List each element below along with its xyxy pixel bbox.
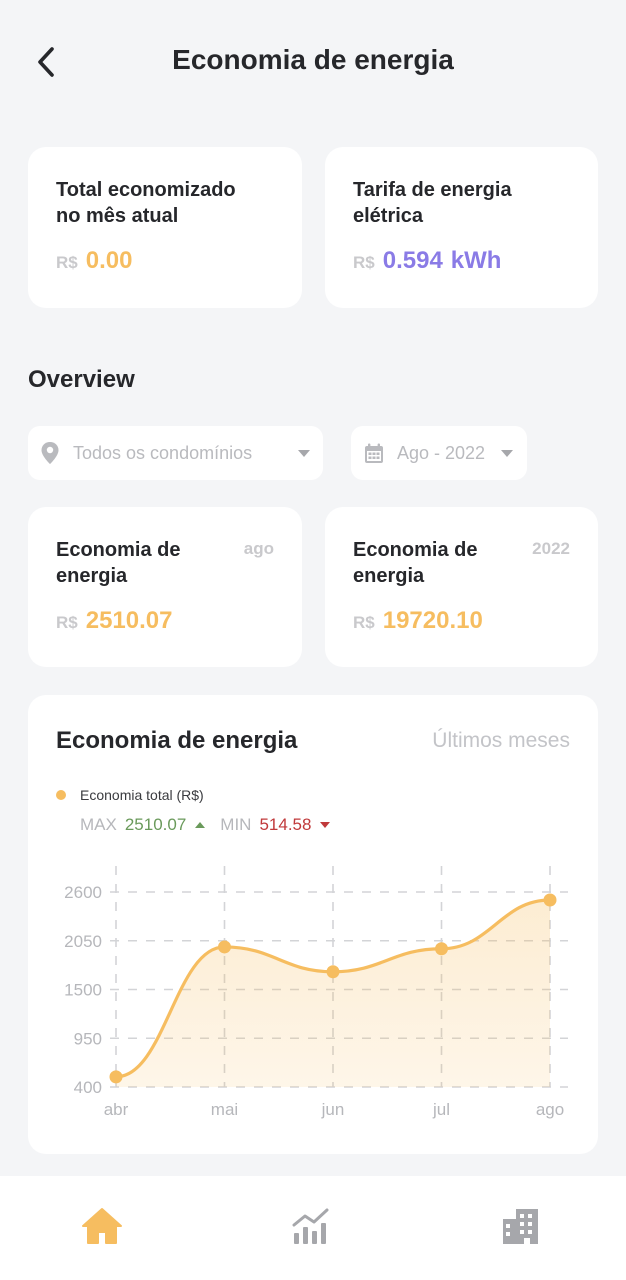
x-tick-label: mai: [211, 1100, 238, 1119]
chart-legend: Economia total (R$): [56, 787, 204, 803]
currency-label: R$: [353, 613, 375, 632]
app-header: Economia de energia: [0, 0, 626, 124]
page-title: Economia de energia: [172, 44, 454, 75]
bottom-nav: [0, 1176, 626, 1280]
legend-label: Economia total (R$): [80, 787, 204, 803]
overview-title: Overview: [28, 366, 135, 393]
condo-select[interactable]: Todos os condomínios: [28, 426, 323, 480]
savings-chart-card: 400 950 1500 2050 2600 abr mai jun jul ago Econom…: [28, 695, 598, 1154]
card-title: Economia de energia: [353, 539, 478, 587]
y-tick-label: 950: [74, 1029, 102, 1048]
y-tick-label: 2050: [64, 932, 102, 951]
chart-period-filter[interactable]: Últimos meses: [432, 729, 570, 753]
arrow-up-icon: [195, 822, 206, 828]
x-tick-label: jun: [321, 1100, 345, 1119]
legend-dot: [56, 790, 66, 800]
card-title: Economia de energia: [56, 539, 181, 587]
condo-select-value: Todos os condomínios: [73, 442, 253, 463]
chevron-down-icon: [298, 450, 310, 457]
data-point: [435, 942, 448, 956]
yearly-savings-card: Economia de energia 2022 R$ 19720.10: [325, 507, 598, 667]
max-label: MAX: [80, 815, 117, 834]
chevron-down-icon: [501, 450, 513, 457]
y-tick-label: 2600: [64, 883, 102, 902]
amount: 0.00: [85, 247, 133, 274]
total-saved-card: Total economizado no mês atual R$ 0.00: [28, 147, 302, 308]
tariff-value: R$ 0.594 kWh: [353, 247, 501, 275]
currency-label: R$: [56, 253, 78, 272]
total-saved-value: R$ 0.00: [56, 247, 132, 275]
location-pin-icon: [41, 442, 59, 464]
min-label: MIN: [220, 815, 252, 834]
y-tick-label: 1500: [64, 981, 102, 1000]
data-point: [543, 893, 557, 907]
date-select[interactable]: Ago - 2022: [351, 426, 527, 480]
chart-icon: [292, 1208, 329, 1244]
monthly-savings-value: R$ 2510.07: [56, 607, 173, 635]
home-icon: [82, 1208, 122, 1244]
calendar-icon: [365, 443, 383, 463]
amount: 2510.07: [85, 607, 173, 634]
month-tag: ago: [243, 539, 274, 558]
unit-label: kWh: [450, 247, 502, 274]
building-icon: [503, 1209, 538, 1244]
data-point: [218, 940, 231, 954]
date-select-value: Ago - 2022: [397, 442, 486, 463]
amount: 19720.10: [382, 607, 483, 634]
currency-label: R$: [353, 253, 375, 272]
x-tick-label: jul: [432, 1100, 450, 1119]
amount: 0.594: [382, 247, 443, 274]
card-title: Tarifa de energia elétrica: [353, 179, 512, 227]
data-point: [326, 965, 340, 979]
x-tick-label: abr: [104, 1100, 129, 1119]
nav-stats[interactable]: [286, 1204, 336, 1248]
data-point: [109, 1070, 123, 1084]
year-tag: 2022: [532, 539, 570, 558]
nav-home[interactable]: [77, 1204, 127, 1248]
savings-chart: 400 950 1500 2050 2600 abr mai jun jul ago: [64, 866, 568, 1119]
card-title: Total economizado no mês atual: [56, 179, 236, 227]
monthly-savings-card: Economia de energia ago R$ 2510.07: [28, 507, 302, 667]
currency-label: R$: [56, 613, 78, 632]
nav-buildings[interactable]: [495, 1204, 545, 1248]
tariff-card: Tarifa de energia elétrica R$ 0.594 kWh: [325, 147, 598, 308]
max-value: 2510.07: [124, 815, 187, 834]
chart-stats: MAX 2510.07 MIN 514.58: [80, 815, 331, 835]
chart-title: Economia de energia: [56, 727, 298, 754]
yearly-savings-value: R$ 19720.10: [353, 607, 483, 635]
arrow-down-icon: [320, 822, 331, 828]
min-value: 514.58: [259, 815, 312, 834]
x-tick-label: ago: [536, 1100, 564, 1119]
y-tick-label: 400: [74, 1078, 102, 1097]
